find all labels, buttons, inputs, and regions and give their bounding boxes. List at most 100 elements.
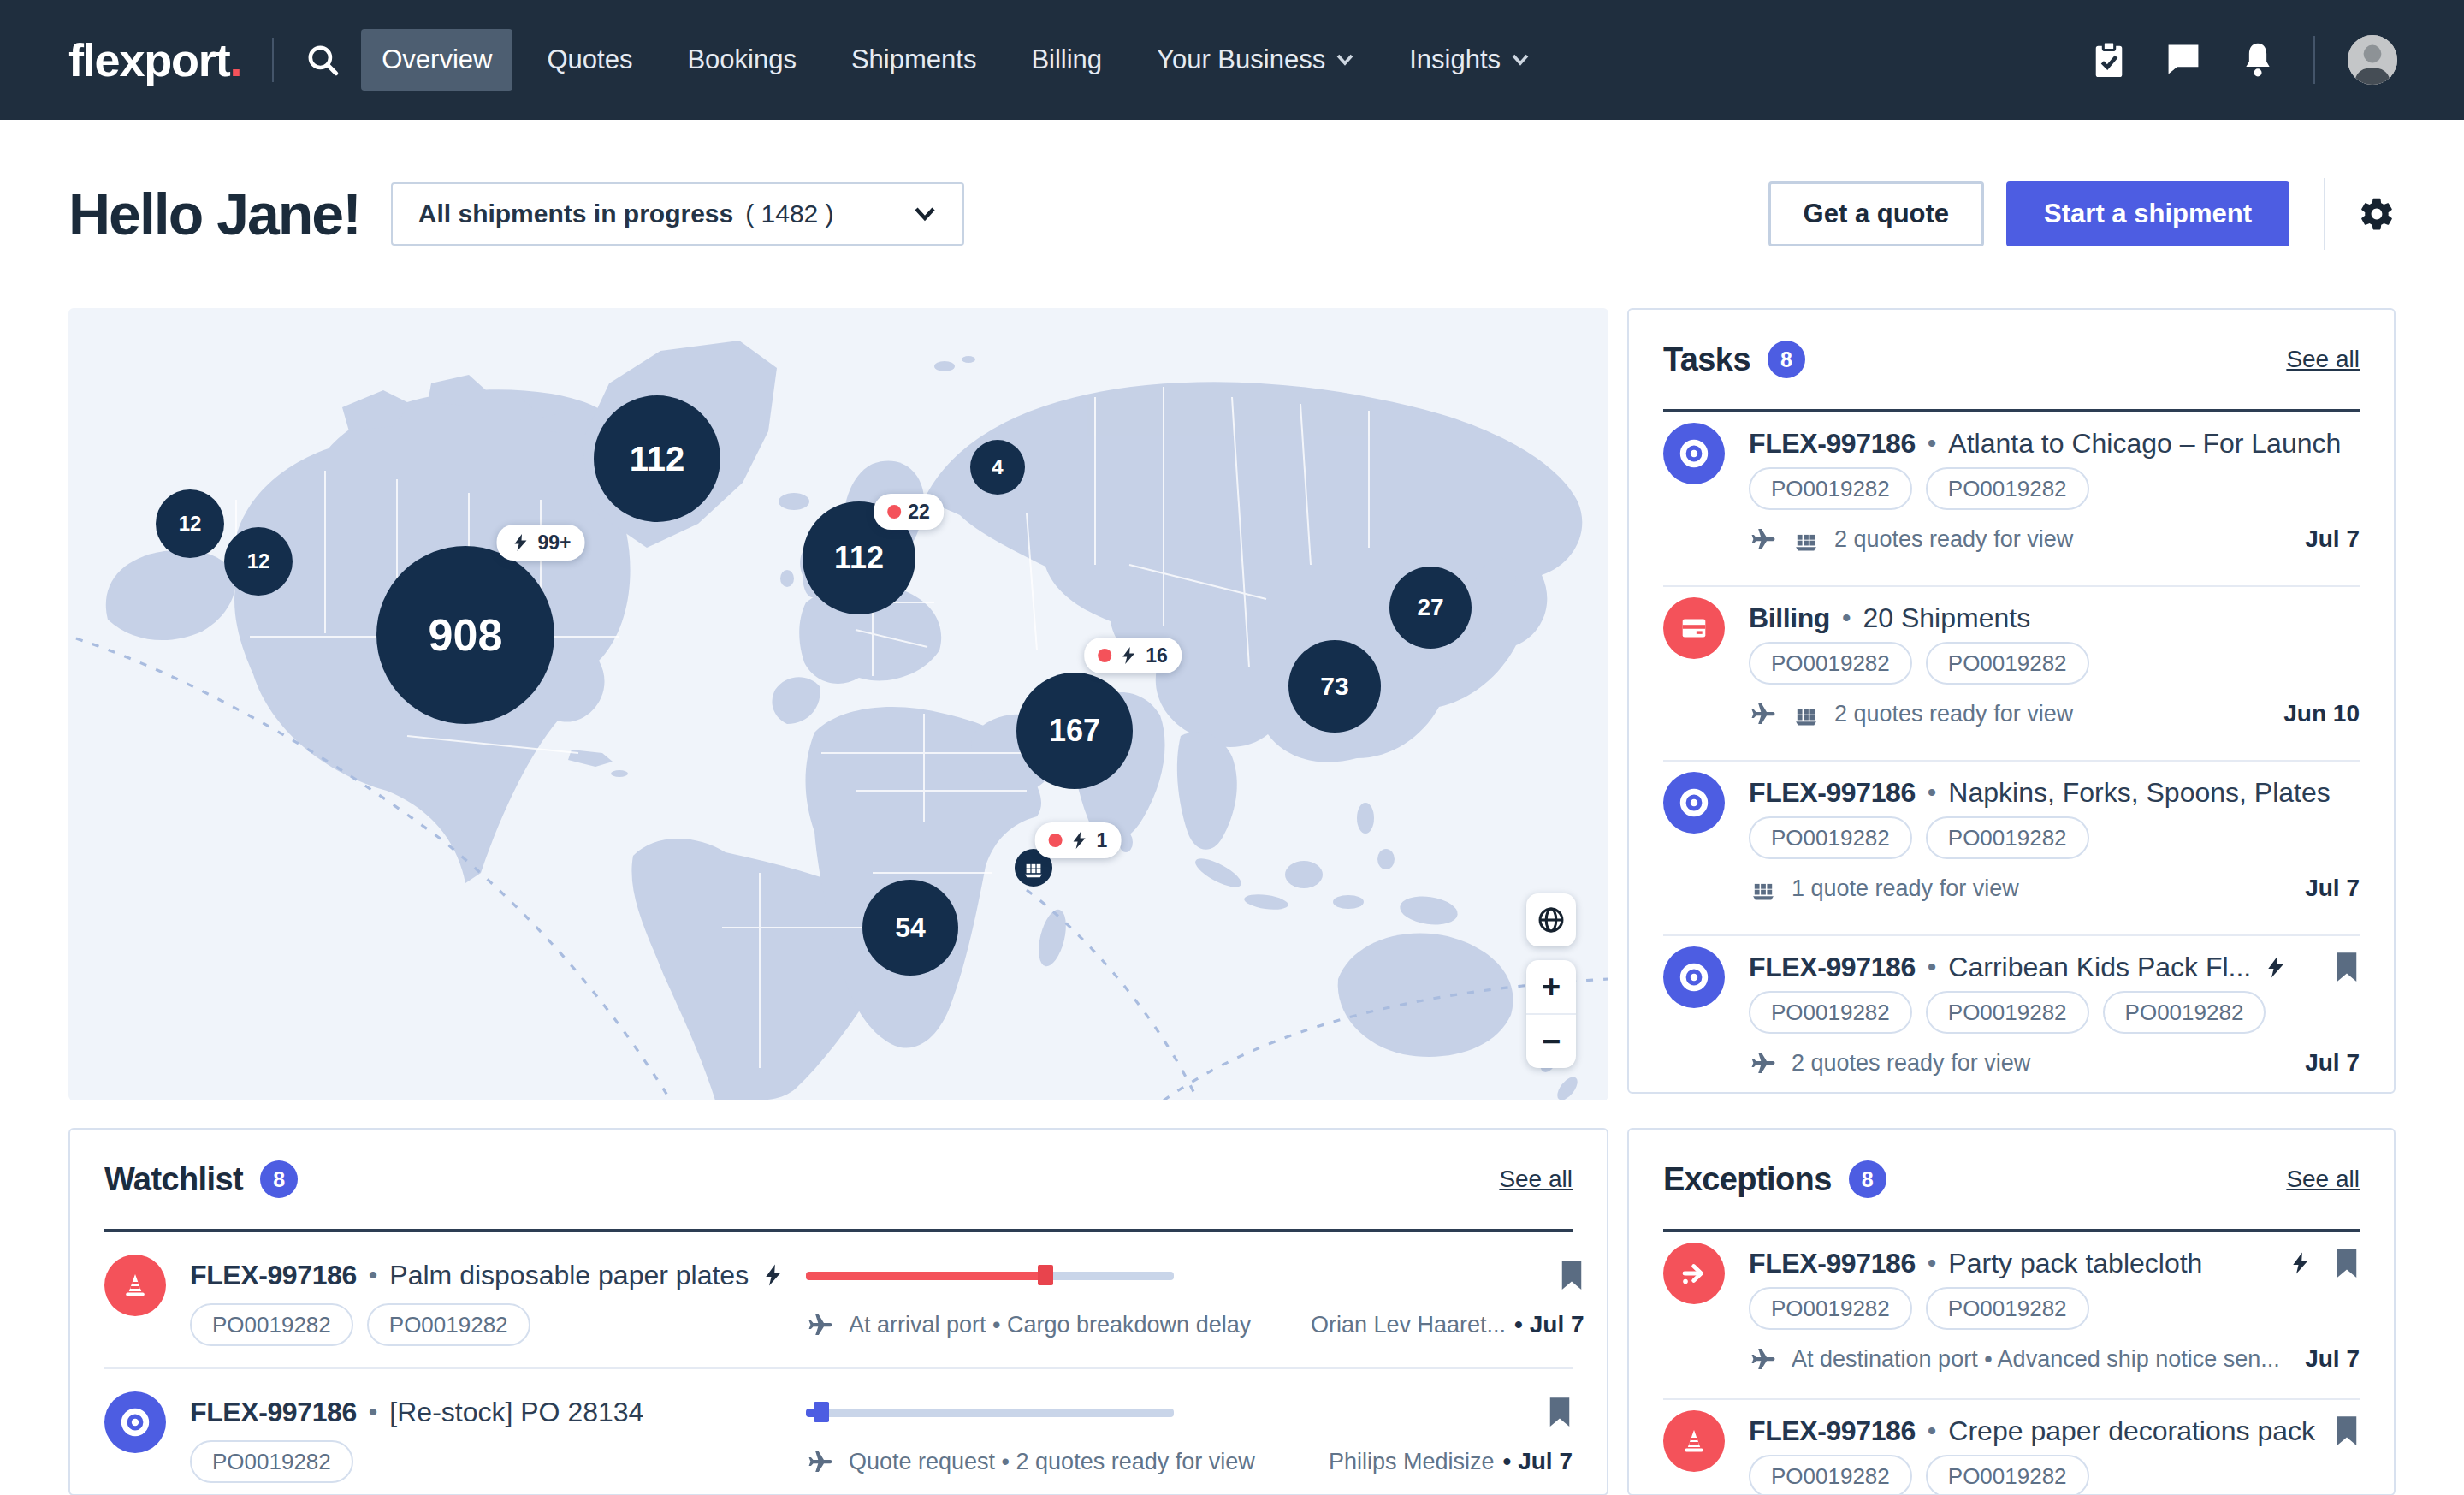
nav-item-quotes[interactable]: Quotes [526, 29, 653, 91]
zoom-out-button[interactable]: − [1526, 1015, 1576, 1068]
shipment-code: FLEX-997186 [1749, 1415, 1916, 1447]
chat-icon[interactable] [2165, 42, 2202, 78]
po-tag: PO0019282 [1926, 467, 2089, 510]
nav-item-your-business[interactable]: Your Business [1136, 29, 1375, 91]
bookmark-icon[interactable] [2334, 1247, 2360, 1279]
due-date: Jul 7 [2305, 1049, 2360, 1077]
map-cluster-bubble[interactable]: 12 [224, 527, 293, 596]
po-tag: PO0019282 [1926, 816, 2089, 859]
plane-icon [1749, 525, 1778, 554]
map-cluster-bubble[interactable]: 167 [1016, 673, 1133, 789]
main-content: 112412121122290899+277316716154 + − Watc… [0, 308, 2464, 1495]
due-date: Jul 7 [2305, 875, 2360, 902]
alert-dot [1098, 649, 1111, 662]
see-all-link[interactable]: See all [2286, 1166, 2360, 1193]
shipment-desc: Crepe paper decorations pack [1948, 1415, 2315, 1447]
shipment-status: At destination port • Advanced ship noti… [1792, 1346, 2280, 1373]
chevron-down-icon [913, 206, 937, 222]
eye-icon [1663, 423, 1725, 484]
map-cluster-bubble[interactable]: 4 [970, 440, 1025, 495]
exception-row[interactable]: FLEX-997186•Party pack tablecloth PO0019… [1663, 1232, 2360, 1400]
map-cluster-bubble[interactable]: 54 [862, 880, 958, 976]
shipment-code: FLEX-997186 [1749, 428, 1916, 460]
shipment-code: Billing [1749, 602, 1830, 634]
map-bubble-badge: 99+ [496, 525, 584, 561]
watchlist-row[interactable]: FLEX-997186•[Re-stock] PO 28134 PO001928… [104, 1369, 1573, 1495]
task-row[interactable]: FLEX-997186•Atlanta to Chicago – For Lau… [1663, 412, 2360, 587]
avatar[interactable] [2348, 35, 2397, 85]
owner: Orian Lev Haaret... [1311, 1312, 1506, 1338]
map-cluster-bubble[interactable]: 73 [1288, 640, 1381, 733]
po-tag: PO0019282 [1926, 642, 2089, 685]
containers-icon [1792, 525, 1821, 554]
globe-button[interactable] [1526, 893, 1576, 946]
nav-divider [272, 38, 274, 82]
shipment-code: FLEX-997186 [190, 1397, 357, 1428]
quote-status: 2 quotes ready for view [1834, 526, 2073, 553]
header-divider [2324, 178, 2325, 250]
po-tag: PO0019282 [1749, 816, 1912, 859]
search-icon[interactable] [305, 42, 341, 78]
exceptions-panel: Exceptions 8 See all FLEX-997186•Party p… [1627, 1128, 2396, 1495]
watchlist-panel: Watchlist 8 See all FLEX-997186•Palm dis… [68, 1128, 1608, 1495]
nav-item-billing[interactable]: Billing [1010, 29, 1122, 91]
plane-icon [1749, 1048, 1778, 1077]
task-row[interactable]: Billing•20 Shipments PO0019282PO0019282 … [1663, 587, 2360, 762]
tasks-clipboard-icon[interactable] [2091, 40, 2127, 80]
exception-row[interactable]: FLEX-997186•Crepe paper decorations pack… [1663, 1400, 2360, 1495]
plane-icon [806, 1310, 835, 1339]
quote-status: 2 quotes ready for view [1834, 701, 2073, 727]
page-title: Hello Jane! [68, 181, 360, 247]
eye-icon [1663, 946, 1725, 1008]
nav-item-bookings[interactable]: Bookings [666, 29, 817, 91]
lightning-icon [2288, 1250, 2313, 1276]
nav-item-shipments[interactable]: Shipments [831, 29, 997, 91]
zoom-in-button[interactable]: + [1526, 960, 1576, 1013]
chevron-down-icon [1336, 53, 1354, 67]
shipment-desc: Atlanta to Chicago – For Launch [1948, 428, 2341, 460]
due-date: • Jul 7 [1514, 1311, 1584, 1338]
get-a-quote-button[interactable]: Get a quote [1768, 181, 1985, 246]
po-tag: PO0019282 [1926, 991, 2089, 1034]
map-cluster-bubble[interactable]: 27 [1389, 567, 1472, 649]
see-all-link[interactable]: See all [2286, 346, 2360, 373]
panel-title: Tasks [1663, 341, 1750, 378]
po-tag: PO0019282 [190, 1303, 353, 1346]
map-cluster-bubble[interactable]: 908 [376, 546, 554, 724]
bookmark-icon[interactable] [2334, 951, 2360, 983]
world-map [68, 308, 1608, 1100]
gear-icon[interactable] [2358, 195, 2396, 233]
nav-item-overview[interactable]: Overview [361, 29, 512, 91]
main-nav: OverviewQuotesBookingsShipmentsBillingYo… [361, 29, 1550, 91]
count-badge: 8 [1849, 1160, 1886, 1198]
shipment-status: Quote request • 2 quotes ready for view [849, 1449, 1255, 1475]
po-tag: PO0019282 [1926, 1287, 2089, 1330]
nav-divider [2313, 36, 2315, 84]
watchlist-row[interactable]: FLEX-997186•Palm disposable paper plates… [104, 1232, 1573, 1369]
tasks-panel: Tasks 8 See all FLEX-997186•Atlanta to C… [1627, 308, 2396, 1094]
map-cluster-bubble[interactable]: 112 [594, 395, 720, 522]
exceptions-header: Exceptions 8 See all [1663, 1130, 2360, 1229]
bookmark-icon[interactable] [1559, 1259, 1584, 1291]
due-date: Jul 7 [2305, 1345, 2360, 1373]
panel-title: Exceptions [1663, 1161, 1832, 1198]
shipments-map[interactable]: 112412121122290899+277316716154 + − [68, 308, 1608, 1100]
nav-item-insights[interactable]: Insights [1389, 29, 1550, 91]
shipment-desc: [Re-stock] PO 28134 [389, 1397, 643, 1428]
bookmark-icon[interactable] [1547, 1396, 1573, 1428]
cone-icon [104, 1255, 166, 1316]
shipment-progress-bar [806, 1265, 1174, 1285]
map-cluster-bubble[interactable]: 12 [156, 489, 224, 558]
po-tag: PO0019282 [367, 1303, 530, 1346]
see-all-link[interactable]: See all [1499, 1166, 1573, 1193]
cone-icon [1663, 1410, 1725, 1472]
notifications-bell-icon[interactable] [2240, 40, 2276, 80]
task-row[interactable]: FLEX-997186•Napkins, Forks, Spoons, Plat… [1663, 762, 2360, 936]
shipments-filter-dropdown[interactable]: All shipments in progress ( 1482 ) [391, 182, 964, 246]
flexport-logo[interactable]: flexport. [68, 33, 241, 86]
map-zoom-control: + − [1526, 960, 1576, 1068]
bookmark-icon[interactable] [2334, 1415, 2360, 1447]
task-row[interactable]: FLEX-997186•Carribean Kids Pack Fl... PO… [1663, 936, 2360, 1094]
shipment-code: FLEX-997186 [1749, 952, 1916, 983]
start-a-shipment-button[interactable]: Start a shipment [2006, 181, 2289, 246]
